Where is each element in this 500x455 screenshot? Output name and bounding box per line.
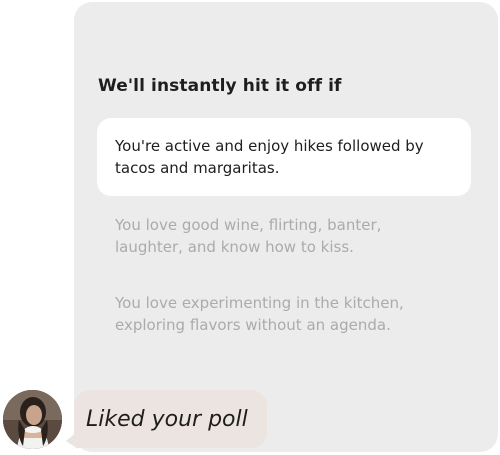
chat-thread: We'll instantly hit it off if You're act… [0, 0, 500, 455]
reply-bubble[interactable]: Liked your poll [74, 390, 267, 448]
reply-text: Liked your poll [86, 406, 248, 432]
poll-option-selected[interactable]: You're active and enjoy hikes followed b… [97, 118, 471, 196]
poll-option-label: You love good wine, flirting, banter, la… [115, 216, 382, 256]
poll-option-label: You're active and enjoy hikes followed b… [115, 137, 424, 177]
poll-card: We'll instantly hit it off if You're act… [74, 2, 498, 452]
avatar-photo [3, 390, 62, 449]
poll-option-label: You love experimenting in the kitchen, e… [115, 294, 404, 334]
avatar[interactable] [3, 390, 62, 449]
poll-option[interactable]: You love good wine, flirting, banter, la… [97, 214, 471, 258]
poll-option[interactable]: You love experimenting in the kitchen, e… [97, 292, 471, 336]
poll-title: We'll instantly hit it off if [98, 76, 342, 96]
